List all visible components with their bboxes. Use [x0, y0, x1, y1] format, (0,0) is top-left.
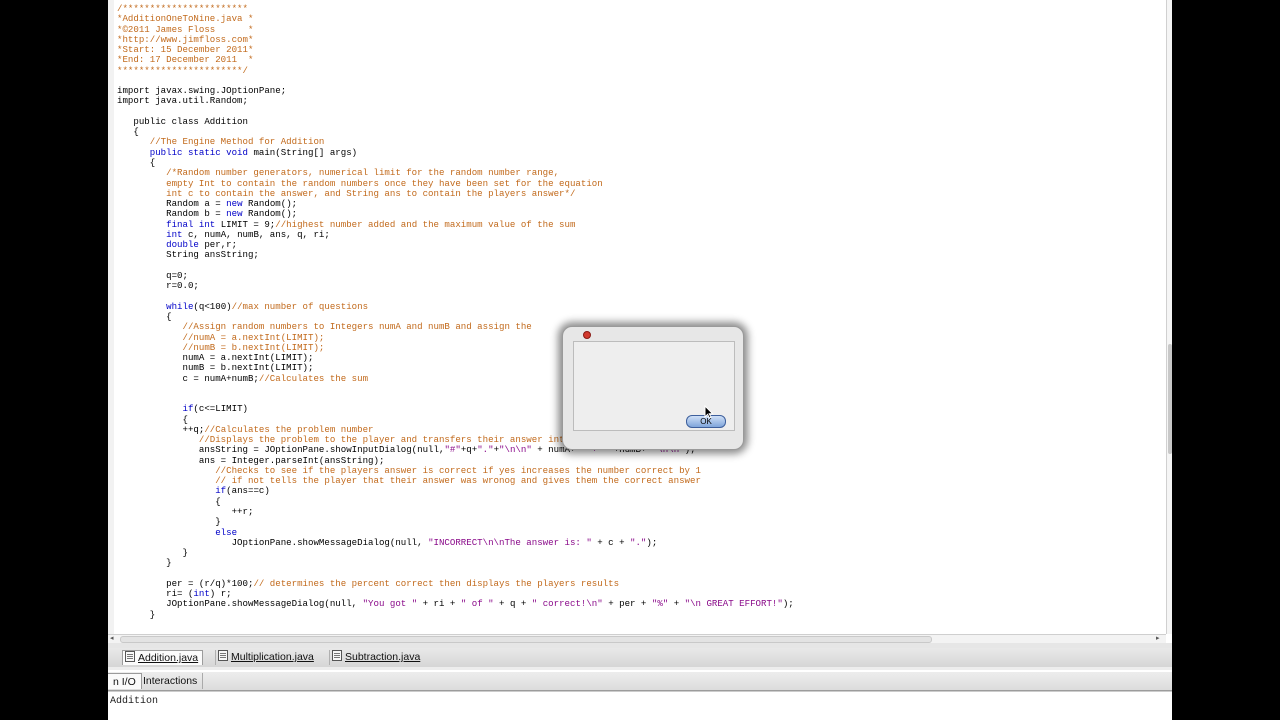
code-line[interactable]: public static void main(String[] args) [117, 146, 794, 158]
tab-console-io[interactable]: n I/O [108, 673, 142, 689]
code-token: ***********************/ [117, 64, 248, 76]
code-token: "You got " [362, 598, 418, 610]
java-file-icon [332, 650, 342, 661]
code-line[interactable] [117, 261, 794, 271]
code-line[interactable]: } [117, 558, 794, 568]
scroll-right-arrow-icon[interactable]: ▸ [1156, 635, 1160, 643]
code-token: // determines the percent correct then d… [253, 577, 620, 589]
code-line[interactable]: public class Addition [117, 116, 794, 127]
close-icon[interactable] [583, 331, 591, 339]
code-token: + [668, 598, 685, 610]
code-token: + ri + [417, 598, 461, 610]
code-token: " of " [460, 598, 494, 610]
code-token: + per + [602, 598, 652, 610]
code-line[interactable]: } [117, 547, 794, 558]
tab-label: Subtraction.java [345, 651, 421, 663]
tab-multiplication-java[interactable]: Multiplication.java [215, 650, 318, 665]
code-token: (c<=LIMIT) [193, 403, 248, 415]
tab-addition-java[interactable]: Addition.java [122, 650, 204, 665]
tab-subtraction-java[interactable]: Subtraction.java [329, 650, 424, 665]
tab-label: Addition.java [138, 652, 199, 664]
code-editor[interactable]: /*********************** *AdditionOneToNi… [114, 0, 1166, 634]
tab-interactions[interactable]: Interactions [138, 673, 204, 689]
code-token: "#" [444, 444, 461, 456]
scroll-left-arrow-icon[interactable]: ◂ [110, 635, 114, 643]
code-token: " correct!\n" [531, 598, 603, 610]
code-line[interactable]: JOptionPane.showMessageDialog(null, "You… [117, 599, 794, 609]
code-token: import [117, 95, 156, 107]
java-file-icon [218, 650, 228, 661]
code-line[interactable]: String ansString; [117, 250, 794, 260]
dialog-title-bar[interactable] [571, 328, 735, 339]
code-token: + q + [493, 598, 532, 610]
code-token: ); [782, 598, 794, 610]
code-token: java.util.Random; [155, 95, 248, 107]
code-line[interactable]: import java.util.Random; [117, 96, 794, 106]
code-line[interactable]: } [117, 608, 794, 620]
code-token: "\n GREAT EFFORT!" [684, 598, 783, 610]
vertical-scrollbar[interactable] [1166, 0, 1172, 634]
horizontal-scroll-thumb[interactable] [120, 636, 932, 643]
code-token: ); [646, 536, 658, 548]
code-token: (q<100) [193, 300, 232, 312]
code-token: +q+ [460, 444, 478, 456]
code-token: "." [477, 444, 494, 456]
tab-label: Multiplication.java [231, 651, 314, 663]
code-token: (ans==c) [226, 485, 270, 497]
code-line[interactable]: JOptionPane.showMessageDialog(null, "INC… [117, 536, 794, 548]
code-token: } [117, 608, 156, 620]
console-output-pane[interactable]: Addition [108, 691, 1172, 720]
divider [108, 667, 1172, 670]
code-line[interactable]: q=0; [117, 270, 794, 281]
code-token: String ansString; [117, 249, 259, 261]
message-dialog: OK [562, 326, 744, 450]
vertical-scroll-thumb[interactable] [1168, 344, 1172, 454]
console-output-text: Addition [110, 696, 159, 707]
code-token: r=0.0; [117, 280, 199, 292]
java-file-icon [125, 651, 135, 662]
code-token: } [117, 557, 172, 569]
code-token: //Calculates the sum [258, 372, 369, 384]
code-token: "." [629, 536, 647, 548]
code-token: //max number of questions [231, 300, 369, 312]
code-line[interactable]: ***********************/ [117, 64, 794, 76]
code-token: main(String[] args) [253, 146, 358, 158]
code-line[interactable]: while(q<100)//max number of questions [117, 300, 794, 312]
code-token: "INCORRECT\n\nThe answer is: " [428, 536, 592, 548]
code-token: c = numA+numB; [117, 372, 259, 384]
document-tab-bar: Addition.java Multiplication.java Subtra… [108, 648, 1172, 668]
code-line[interactable]: r=0.0; [117, 281, 794, 291]
code-token: "%" [651, 598, 669, 610]
code-token: + c + [591, 536, 630, 548]
code-text[interactable]: /*********************** *AdditionOneToNi… [117, 3, 794, 620]
arrow-cursor-icon [704, 405, 714, 419]
code-token: "\n\n" [499, 444, 532, 456]
console-tab-bar: n I/O Interactions [108, 672, 1172, 691]
